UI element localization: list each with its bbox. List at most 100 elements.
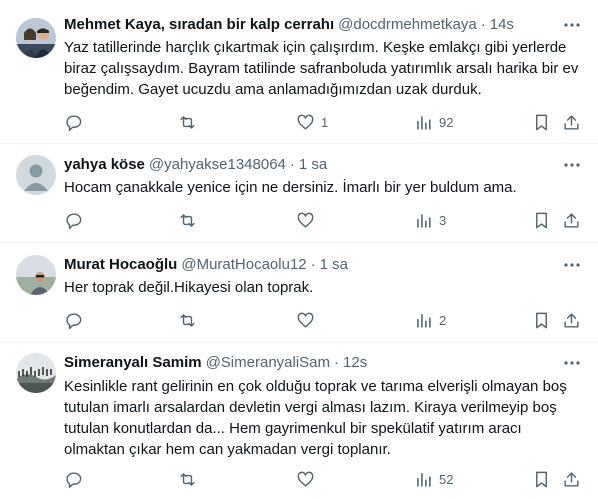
tweet-text: Her toprak değil.Hikayesi olan toprak. xyxy=(64,279,314,296)
timestamp[interactable]: 14s xyxy=(490,15,514,35)
bar-chart-icon xyxy=(417,115,431,130)
avatar[interactable] xyxy=(16,18,56,58)
reply-icon xyxy=(66,212,82,229)
reply-icon xyxy=(66,471,82,488)
bookmark-button[interactable] xyxy=(532,110,551,134)
display-name[interactable]: Mehmet Kaya, sıradan bir kalp cerrahı xyxy=(64,15,334,35)
timestamp[interactable]: 1 sa xyxy=(299,155,327,175)
retweet-icon xyxy=(180,213,195,227)
bookmark-button[interactable] xyxy=(532,208,551,232)
like-count: 1 xyxy=(321,114,329,130)
bookmark-button[interactable] xyxy=(532,308,551,332)
retweet-button[interactable] xyxy=(178,208,203,232)
user-handle[interactable]: @SimeranyaliSam xyxy=(206,353,330,373)
heart-icon xyxy=(297,312,314,328)
retweet-button[interactable] xyxy=(178,467,203,491)
timestamp[interactable]: 12s xyxy=(343,353,367,373)
more-options-button[interactable] xyxy=(562,255,582,275)
views-button[interactable]: 2 xyxy=(414,308,446,332)
couple-photo-icon xyxy=(16,18,56,58)
landscape-photo-icon xyxy=(16,353,56,393)
avatar[interactable] xyxy=(16,255,56,295)
reply-button[interactable] xyxy=(64,208,89,232)
bar-chart-icon xyxy=(417,313,431,328)
view-count: 52 xyxy=(439,471,454,487)
views-button[interactable]: 3 xyxy=(414,208,446,232)
ellipsis-icon xyxy=(564,361,580,365)
share-icon xyxy=(564,471,579,487)
user-handle[interactable]: @docdrmehmetkaya xyxy=(338,15,477,35)
like-button[interactable] xyxy=(296,308,321,332)
share-button[interactable] xyxy=(562,110,581,134)
bookmark-icon xyxy=(536,212,547,228)
tweet-2[interactable]: yahya köse @yahyakse1348064 · 1 sa Hocam… xyxy=(0,144,598,243)
retweet-icon xyxy=(180,313,195,327)
tweet-header: Simeranyalı Samim @SimeranyaliSam · 12s xyxy=(64,353,582,373)
view-count: 2 xyxy=(439,312,447,328)
share-button[interactable] xyxy=(562,467,581,491)
action-bar: 1 92 xyxy=(56,110,592,134)
ellipsis-icon xyxy=(564,263,580,267)
reply-button[interactable] xyxy=(64,110,89,134)
views-button[interactable]: 52 xyxy=(414,467,453,491)
tweet-header: Murat Hocaoğlu @MuratHocaolu12 · 1 sa xyxy=(64,255,582,275)
retweet-icon xyxy=(180,115,195,129)
action-bar: 3 xyxy=(56,208,592,232)
reply-button[interactable] xyxy=(64,467,89,491)
display-name[interactable]: Simeranyalı Samim xyxy=(64,353,202,373)
share-icon xyxy=(564,114,579,130)
view-count: 92 xyxy=(439,114,454,130)
reply-icon xyxy=(66,114,82,131)
separator-dot: · xyxy=(480,16,486,33)
action-bar: 2 xyxy=(56,308,592,332)
display-name[interactable]: Murat Hocaoğlu xyxy=(64,255,177,275)
heart-icon xyxy=(297,471,314,487)
avatar[interactable] xyxy=(16,353,56,393)
ellipsis-icon xyxy=(564,163,580,167)
view-count: 3 xyxy=(439,212,447,228)
retweet-icon xyxy=(180,472,195,486)
default-avatar-icon xyxy=(16,155,56,195)
timestamp[interactable]: 1 sa xyxy=(320,255,348,275)
tweet-header: yahya köse @yahyakse1348064 · 1 sa xyxy=(64,155,582,175)
tweet-text: Hocam çanakkale yenice için ne dersiniz.… xyxy=(64,179,517,196)
ellipsis-icon xyxy=(564,23,580,27)
retweet-button[interactable] xyxy=(178,308,203,332)
tweet-header: Mehmet Kaya, sıradan bir kalp cerrahı @d… xyxy=(64,15,582,35)
bookmark-button[interactable] xyxy=(532,467,551,491)
views-button[interactable]: 92 xyxy=(414,110,453,134)
like-button[interactable] xyxy=(296,208,321,232)
heart-icon xyxy=(297,114,314,130)
bookmark-icon xyxy=(536,312,547,328)
more-options-button[interactable] xyxy=(562,353,582,373)
share-icon xyxy=(564,212,579,228)
reply-icon xyxy=(66,312,82,329)
share-button[interactable] xyxy=(562,308,581,332)
like-button[interactable] xyxy=(296,467,321,491)
bar-chart-icon xyxy=(417,472,431,487)
tweet-3[interactable]: Murat Hocaoğlu @MuratHocaolu12 · 1 sa He… xyxy=(0,243,598,343)
bar-chart-icon xyxy=(417,213,431,228)
like-button[interactable]: 1 xyxy=(296,110,328,134)
retweet-button[interactable] xyxy=(178,110,203,134)
tweet-4[interactable]: Simeranyalı Samim @SimeranyaliSam · 12s … xyxy=(0,343,598,499)
display-name[interactable]: yahya köse xyxy=(64,155,145,175)
share-icon xyxy=(564,312,579,328)
tweet-text: Yaz tatillerinde harçlık çıkartmak için … xyxy=(64,39,579,98)
reply-button[interactable] xyxy=(64,308,89,332)
share-button[interactable] xyxy=(562,208,581,232)
user-handle[interactable]: @MuratHocaolu12 xyxy=(181,255,306,275)
action-bar: 52 xyxy=(56,467,592,491)
man-photo-icon xyxy=(16,255,56,295)
more-options-button[interactable] xyxy=(562,15,582,35)
more-options-button[interactable] xyxy=(562,155,582,175)
separator-dot: · xyxy=(310,256,316,273)
user-handle[interactable]: @yahyakse1348064 xyxy=(149,155,286,175)
tweet-1[interactable]: Mehmet Kaya, sıradan bir kalp cerrahı @d… xyxy=(0,0,598,144)
separator-dot: · xyxy=(334,354,340,371)
bookmark-icon xyxy=(536,114,547,130)
separator-dot: · xyxy=(289,156,295,173)
bookmark-icon xyxy=(536,471,547,487)
avatar[interactable] xyxy=(16,155,56,195)
tweet-text: Kesinlikle rant gelirinin en çok olduğu … xyxy=(64,378,567,458)
